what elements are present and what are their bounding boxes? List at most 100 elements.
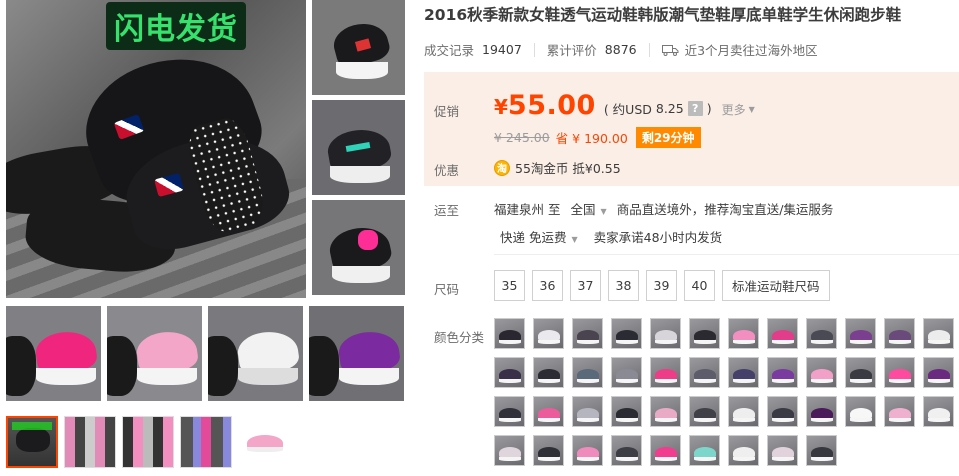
- color-swatch[interactable]: [533, 396, 564, 427]
- more-promotions-dropdown[interactable]: 更多 ▼: [722, 101, 755, 118]
- shipping-destination-line: 福建泉州 至 全国 ▼ 商品直送境外，推荐淘宝直送/集运服务: [494, 199, 833, 218]
- color-swatch[interactable]: [728, 357, 759, 388]
- color-swatch[interactable]: [767, 318, 798, 349]
- grid-image-pink[interactable]: [6, 306, 101, 401]
- ship-from: 福建泉州: [494, 202, 545, 217]
- color-swatch[interactable]: [689, 396, 720, 427]
- color-swatch[interactable]: [572, 435, 603, 466]
- thumbnail-2[interactable]: [64, 416, 116, 468]
- color-image-row: [6, 306, 406, 401]
- thumbnail-strip: [6, 416, 406, 468]
- ship-destination-select[interactable]: 全国 ▼: [571, 199, 607, 218]
- color-swatch[interactable]: [650, 357, 681, 388]
- truck-icon: [661, 44, 679, 56]
- product-title: 2016秋季新款女鞋透气运动鞋韩版潮气垫鞋厚底单鞋学生休闲跑步鞋: [424, 6, 902, 24]
- color-swatch[interactable]: [728, 318, 759, 349]
- color-swatch[interactable]: [494, 318, 525, 349]
- size-options: 35 36 37 38 39 40 标准运动鞋尺码: [494, 270, 837, 301]
- color-swatch[interactable]: [650, 318, 681, 349]
- color-swatch[interactable]: [806, 396, 837, 427]
- color-swatch[interactable]: [884, 396, 915, 427]
- color-swatch[interactable]: [533, 318, 564, 349]
- flash-shipping-banner: 闪电发货: [106, 2, 246, 50]
- color-swatch[interactable]: [923, 318, 954, 349]
- color-swatch[interactable]: [767, 357, 798, 388]
- color-swatch[interactable]: [533, 357, 564, 388]
- grid-image-light-pink[interactable]: [107, 306, 202, 401]
- usd-value: 8.25: [655, 101, 684, 116]
- color-swatch[interactable]: [572, 396, 603, 427]
- help-icon[interactable]: ?: [687, 101, 703, 116]
- color-swatch[interactable]: [611, 396, 642, 427]
- color-swatch[interactable]: [767, 435, 798, 466]
- section-divider: [494, 254, 959, 255]
- more-label: 更多: [721, 103, 746, 117]
- usd-prefix: ( 约USD: [603, 102, 652, 117]
- color-swatch[interactable]: [845, 318, 876, 349]
- sales-label: 成交记录: [424, 43, 475, 58]
- color-swatch[interactable]: [650, 396, 681, 427]
- shipping-method-line: 快递 免运费 ▼ 卖家承诺48小时内发货: [500, 227, 722, 246]
- size-chart-button[interactable]: 标准运动鞋尺码: [722, 270, 830, 301]
- coin-amount[interactable]: 55淘金币: [515, 158, 568, 177]
- thumbnail-5[interactable]: [238, 416, 290, 468]
- ship-destination: 全国: [570, 202, 596, 217]
- grid-image-purple[interactable]: [309, 306, 404, 401]
- color-swatch[interactable]: [494, 357, 525, 388]
- grid-image-white[interactable]: [208, 306, 303, 401]
- promo-label: 促销: [434, 104, 460, 119]
- stats-divider: [533, 42, 535, 57]
- size-option-37[interactable]: 37: [570, 270, 601, 301]
- thumbnail-3[interactable]: [122, 416, 174, 468]
- ship-fee-select[interactable]: 免运费 ▼: [529, 227, 578, 246]
- color-swatch[interactable]: [689, 357, 720, 388]
- side-image-1[interactable]: [312, 0, 405, 95]
- reviews-label: 累计评价: [546, 43, 597, 58]
- size-option-35[interactable]: 35: [494, 270, 525, 301]
- color-swatch[interactable]: [689, 435, 720, 466]
- color-swatch[interactable]: [728, 435, 759, 466]
- stats-divider: [648, 42, 650, 57]
- promo-price-line: ¥ 55.00 ( 约USD 8.25 ? ) 更多 ▼: [494, 90, 755, 121]
- color-swatch[interactable]: [611, 357, 642, 388]
- product-info-panel: 2016秋季新款女鞋透气运动鞋韩版潮气垫鞋厚底单鞋学生休闲跑步鞋 成交记录 19…: [424, 0, 959, 476]
- caret-down-icon: ▼: [600, 207, 607, 216]
- color-swatch[interactable]: [689, 318, 720, 349]
- sales-count[interactable]: 19407: [482, 42, 522, 57]
- color-swatch[interactable]: [572, 357, 603, 388]
- main-product-image[interactable]: 闪电发货: [6, 0, 306, 298]
- color-swatch[interactable]: [494, 396, 525, 427]
- original-price-line: ¥ 245.00 省 ¥ 190.00 剩29分钟: [494, 127, 701, 148]
- color-swatch[interactable]: [572, 318, 603, 349]
- color-swatch[interactable]: [806, 435, 837, 466]
- size-option-40[interactable]: 40: [684, 270, 715, 301]
- shipping-label: 运至: [434, 203, 460, 218]
- side-image-3[interactable]: [312, 200, 405, 295]
- color-swatch[interactable]: [845, 357, 876, 388]
- size-option-36[interactable]: 36: [532, 270, 563, 301]
- color-swatch[interactable]: [845, 396, 876, 427]
- color-swatch[interactable]: [611, 435, 642, 466]
- color-swatch[interactable]: [533, 435, 564, 466]
- thumbnail-1[interactable]: [6, 416, 58, 468]
- caret-down-icon: ▼: [571, 235, 578, 244]
- side-image-2[interactable]: [312, 100, 405, 195]
- color-swatch[interactable]: [806, 357, 837, 388]
- color-swatch[interactable]: [494, 435, 525, 466]
- size-option-38[interactable]: 38: [608, 270, 639, 301]
- size-option-39[interactable]: 39: [646, 270, 677, 301]
- thumbnail-4[interactable]: [180, 416, 232, 468]
- caret-down-icon: ▼: [748, 105, 755, 114]
- color-swatch[interactable]: [650, 435, 681, 466]
- color-swatch[interactable]: [767, 396, 798, 427]
- savings-amount: 省 ¥ 190.00: [555, 131, 628, 146]
- color-swatch[interactable]: [884, 318, 915, 349]
- color-swatch[interactable]: [611, 318, 642, 349]
- color-swatch[interactable]: [728, 396, 759, 427]
- ship-to-word: 至: [548, 202, 561, 217]
- color-swatch[interactable]: [923, 396, 954, 427]
- reviews-count[interactable]: 8876: [605, 42, 637, 57]
- color-swatch[interactable]: [806, 318, 837, 349]
- color-swatch[interactable]: [884, 357, 915, 388]
- color-swatch[interactable]: [923, 357, 954, 388]
